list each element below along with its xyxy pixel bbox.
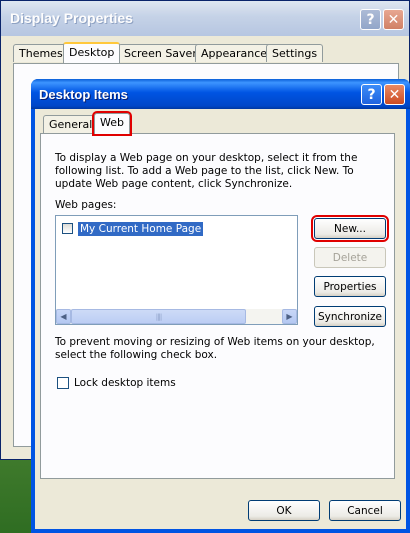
- dialog-help-button[interactable]: ?: [361, 84, 382, 105]
- grip-icon: ||||: [155, 312, 163, 321]
- chevron-left-icon: ◀: [60, 312, 67, 321]
- help-icon: ?: [367, 86, 376, 103]
- delete-button[interactable]: Delete: [314, 247, 386, 268]
- dialog-title: Desktop Items: [39, 87, 128, 102]
- tab-general[interactable]: General: [43, 115, 99, 133]
- dialog-title-bar[interactable]: Desktop Items ? ✕: [31, 79, 410, 109]
- outer-window-title: Display Properties: [10, 10, 133, 26]
- lock-desktop-items-option[interactable]: Lock desktop items: [57, 377, 176, 389]
- web-pages-list[interactable]: My Current Home Page ◀ |||| ▶: [55, 215, 298, 325]
- new-button[interactable]: New...: [311, 215, 389, 242]
- outer-help-button[interactable]: ?: [360, 9, 381, 30]
- horizontal-scrollbar[interactable]: ◀ |||| ▶: [56, 309, 297, 324]
- web-pages-label: Web pages:: [55, 199, 117, 211]
- web-page-checkbox[interactable]: [62, 223, 73, 234]
- tab-web[interactable]: Web: [92, 111, 132, 136]
- tab-themes[interactable]: Themes: [13, 44, 69, 62]
- lock-desktop-items-label[interactable]: Lock desktop items: [74, 377, 176, 389]
- tab-screen-saver[interactable]: Screen Saver: [118, 44, 203, 62]
- tab-settings[interactable]: Settings: [266, 44, 324, 62]
- list-item[interactable]: My Current Home Page: [62, 221, 204, 236]
- synchronize-button[interactable]: Synchronize: [314, 306, 386, 327]
- scroll-thumb[interactable]: ||||: [71, 309, 246, 324]
- properties-button[interactable]: Properties: [314, 276, 386, 297]
- web-page-label[interactable]: My Current Home Page: [78, 221, 204, 236]
- close-icon: ✕: [388, 86, 401, 103]
- desktop-items-dialog: Desktop Items ? ✕ General Web To display…: [31, 79, 410, 533]
- close-icon: ✕: [387, 11, 400, 28]
- dialog-close-button[interactable]: ✕: [384, 84, 405, 105]
- outer-title-bar[interactable]: Display Properties ? ✕: [1, 1, 409, 36]
- ok-button[interactable]: OK: [248, 500, 320, 521]
- help-icon: ?: [366, 11, 375, 28]
- lock-desktop-items-checkbox[interactable]: [57, 377, 69, 389]
- cancel-button[interactable]: Cancel: [329, 500, 401, 521]
- tab-appearance[interactable]: Appearance: [195, 44, 274, 62]
- dialog-body: General Web To display a Web page on you…: [35, 109, 406, 529]
- intro-text: To display a Web page on your desktop, s…: [55, 152, 358, 190]
- outer-close-button[interactable]: ✕: [383, 9, 404, 30]
- scroll-right-button[interactable]: ▶: [282, 309, 297, 324]
- chevron-right-icon: ▶: [286, 312, 293, 321]
- lock-note-text: To prevent moving or resizing of Web ite…: [55, 336, 375, 361]
- tab-desktop[interactable]: Desktop: [63, 42, 121, 63]
- scroll-left-button[interactable]: ◀: [56, 309, 71, 324]
